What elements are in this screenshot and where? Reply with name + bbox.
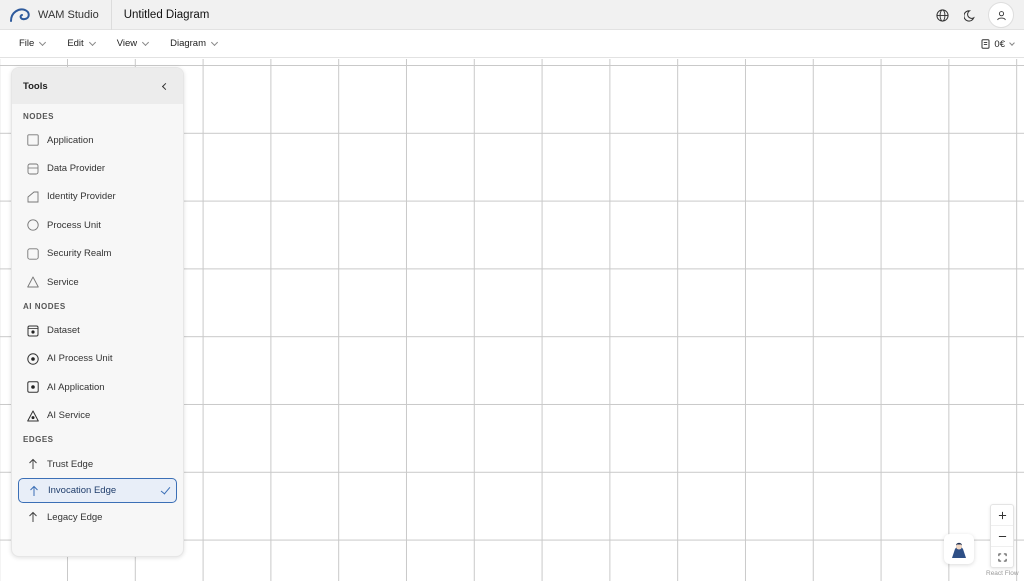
menu-edit-label: Edit (67, 38, 84, 49)
ai-circle-icon (26, 353, 39, 365)
cost-label: 0€ (994, 38, 1005, 50)
tool-application[interactable]: Application (12, 126, 183, 154)
collapse-panel-button[interactable] (157, 79, 171, 93)
tool-label: Process Unit (47, 219, 101, 231)
tool-label: Legacy Edge (47, 511, 103, 523)
menu-view[interactable]: View (116, 38, 150, 49)
chevron-down-icon (142, 38, 150, 46)
cost-dropdown[interactable]: 0€ (981, 30, 1015, 58)
app-name: WAM Studio (38, 8, 99, 21)
tool-data-provider[interactable]: Data Provider (12, 154, 183, 182)
triangle-icon (26, 276, 39, 288)
identity-provider-icon (27, 191, 38, 203)
ai-triangle-icon (26, 410, 39, 422)
circle-icon (26, 219, 39, 232)
menu-edit[interactable]: Edit (67, 38, 96, 49)
tool-label: Trust Edge (47, 458, 94, 470)
arrow-up-icon (29, 485, 38, 496)
tool-identity-provider[interactable]: Identity Provider (12, 183, 183, 211)
user-icon (996, 10, 1006, 20)
chevron-down-icon (210, 38, 219, 46)
moon-icon (963, 9, 975, 21)
tool-label: AI Service (47, 410, 91, 422)
arrow-up-icon (28, 458, 37, 470)
tool-label: AI Application (47, 381, 105, 393)
square-icon (26, 248, 39, 260)
menu-bar: File Edit View Diagram 0€ (0, 30, 1024, 58)
document-title[interactable]: Untitled Diagram (124, 9, 210, 21)
tool-legacy-edge[interactable]: Legacy Edge (12, 503, 183, 531)
globe-icon (935, 8, 949, 22)
tool-label: Security Realm (47, 248, 112, 260)
language-button[interactable] (930, 3, 954, 27)
tool-label: AI Process Unit (47, 353, 113, 365)
section-ai-nodes: AI NODES (23, 301, 66, 311)
chevron-down-icon (88, 38, 96, 46)
tool-invocation-edge[interactable]: Invocation Edge (18, 478, 177, 504)
brand[interactable]: WAM Studio (0, 0, 112, 30)
zoom-in-button[interactable] (991, 505, 1013, 526)
tool-label: Invocation Edge (48, 485, 117, 497)
fit-view-icon (997, 553, 1007, 562)
menu-file-label: File (19, 38, 35, 49)
zoom-out-button[interactable] (991, 526, 1013, 547)
tool-label: Service (47, 276, 79, 288)
section-nodes: NODES (23, 111, 54, 121)
zoom-controls (990, 504, 1014, 568)
chevron-down-icon (39, 38, 47, 46)
section-edges: EDGES (23, 435, 54, 445)
menu-file[interactable]: File (19, 38, 47, 49)
wam-logo-icon (10, 8, 30, 22)
react-flow-attribution[interactable]: React Flow (986, 570, 1019, 577)
tool-dataset[interactable]: Dataset (12, 316, 183, 344)
arrow-up-icon (28, 512, 37, 523)
tool-ai-application[interactable]: AI Application (12, 373, 183, 401)
app-header: WAM Studio Untitled Diagram (0, 0, 1024, 30)
tool-ai-process-unit[interactable]: AI Process Unit (12, 345, 183, 373)
assistant-button[interactable] (944, 534, 974, 564)
check-icon (160, 484, 171, 495)
fit-view-button[interactable] (991, 547, 1013, 568)
zoom-out-icon (998, 535, 1006, 537)
theme-toggle-button[interactable] (958, 3, 982, 27)
chevron-left-icon (161, 82, 170, 90)
chevron-down-icon (1009, 39, 1015, 46)
ai-square-icon (26, 381, 39, 394)
tool-process-unit[interactable]: Process Unit (12, 211, 183, 239)
tools-panel: Tools NODES Application Data Provider Id… (11, 67, 184, 557)
tool-security-realm[interactable]: Security Realm (12, 240, 183, 268)
assistant-avatar-icon (952, 542, 966, 558)
tools-header: Tools (12, 68, 183, 104)
tool-trust-edge[interactable]: Trust Edge (12, 450, 183, 478)
application-icon (26, 134, 39, 146)
menu-diagram[interactable]: Diagram (170, 38, 219, 49)
zoom-in-icon (998, 511, 1006, 519)
ai-dataset-icon (27, 325, 38, 337)
tool-label: Dataset (47, 325, 80, 337)
user-menu-button[interactable] (988, 2, 1014, 28)
tool-label: Application (47, 134, 94, 146)
tools-title: Tools (23, 80, 48, 92)
database-icon (27, 163, 38, 175)
tool-label: Identity Provider (47, 191, 116, 203)
menu-view-label: View (116, 38, 138, 49)
menu-diagram-label: Diagram (170, 38, 207, 49)
cost-icon (981, 39, 990, 49)
tool-label: Data Provider (47, 163, 106, 175)
tool-ai-service[interactable]: AI Service (12, 402, 183, 430)
tool-service[interactable]: Service (12, 268, 183, 296)
